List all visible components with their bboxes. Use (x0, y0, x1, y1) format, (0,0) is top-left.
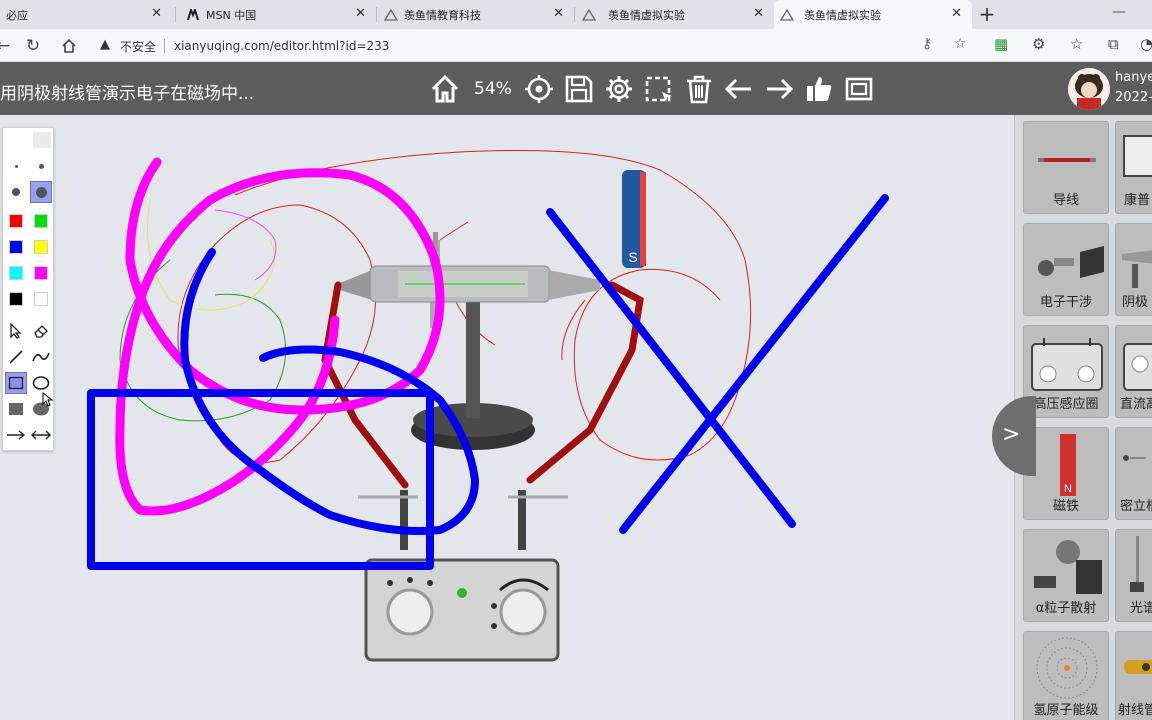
key-icon[interactable]: ⚷ (922, 36, 932, 52)
wires[interactable] (321, 281, 644, 489)
collections-icon[interactable]: ⧉ (1108, 35, 1119, 53)
xianyuqing-icon (780, 8, 794, 22)
library-item-electron-interference[interactable]: 电子干涉 (1023, 223, 1109, 316)
color-cyan[interactable] (5, 262, 27, 284)
msn-icon (186, 8, 200, 22)
url-text[interactable]: xianyuqing.com/editor.html?id=233 (174, 39, 389, 53)
back-icon[interactable]: ← (0, 35, 14, 57)
trash-icon[interactable] (682, 72, 716, 106)
locate-icon[interactable] (522, 72, 556, 106)
library-item-cathode[interactable]: 阴极 (1115, 223, 1152, 316)
arrow-icon[interactable] (5, 424, 27, 446)
stroke-size-3[interactable] (5, 181, 27, 203)
ellipse-icon[interactable] (30, 372, 52, 394)
freehand-icon[interactable] (30, 346, 52, 368)
library-item-alpha-scattering[interactable]: α粒子散射 (1023, 529, 1109, 622)
browser-tab[interactable]: 羡鱼情虚拟实验 ✕ (576, 0, 774, 29)
stroke-size-4[interactable] (30, 181, 52, 203)
mouse-cursor-icon (42, 392, 54, 407)
home-icon[interactable] (58, 35, 80, 57)
experiment-canvas[interactable]: S (0, 115, 1014, 720)
close-icon[interactable]: ✕ (151, 6, 162, 21)
chevron-right-icon: > (1002, 422, 1021, 447)
library-item-spectrum[interactable]: 光谱 (1115, 529, 1152, 622)
library-item-dc-high-voltage[interactable]: 直流高 (1115, 325, 1152, 418)
library-item-ray-tube[interactable]: 射线管 (1115, 631, 1152, 720)
library-item-hydrogen-levels[interactable]: 氢原子能级 (1023, 631, 1109, 720)
color-yellow[interactable] (30, 236, 52, 258)
filled-rect-icon[interactable] (5, 398, 27, 420)
app-toolbar: 用阴极射线管演示电子在磁场中... 54% hanye 2022- (0, 62, 1152, 115)
avatar[interactable] (1068, 68, 1110, 110)
library-item-wire[interactable]: 导线 (1023, 121, 1109, 214)
browser-tab[interactable]: MSN 中国 ✕ (178, 0, 376, 29)
thumbs-up-icon[interactable] (802, 72, 836, 106)
color-blue[interactable] (5, 236, 27, 258)
gear-icon[interactable] (602, 72, 636, 106)
browser-tab[interactable]: 羡鱼情教育科技 ✕ (378, 0, 574, 29)
color-green[interactable] (30, 210, 52, 232)
save-icon[interactable] (562, 72, 596, 106)
scene-drawing: S (87, 149, 889, 662)
stroke-size-2[interactable] (30, 155, 52, 177)
extension-grid-icon[interactable]: ▦ (994, 35, 1008, 53)
url-field[interactable]: ▲ 不安全 xianyuqing.com/editor.html?id=233 … (92, 33, 982, 58)
rectangle-icon[interactable] (5, 372, 27, 394)
new-tab-button[interactable]: + (976, 2, 998, 26)
security-label[interactable]: 不安全 (120, 38, 156, 55)
close-icon[interactable]: ✕ (951, 6, 962, 21)
cathode-ray-tube[interactable] (340, 265, 600, 303)
warning-icon[interactable]: ▲ (100, 37, 110, 52)
magnet[interactable]: S (622, 170, 646, 268)
redo-arrow-icon[interactable] (762, 72, 796, 106)
user-date: 2022- (1115, 90, 1152, 105)
color-white[interactable] (30, 288, 52, 310)
minimize-icon[interactable]: — (1112, 4, 1126, 20)
close-icon[interactable]: ✕ (553, 6, 564, 21)
close-icon[interactable]: ✕ (753, 6, 764, 21)
library-item-compton[interactable]: 康普 (1115, 121, 1152, 214)
undo-arrow-icon[interactable] (722, 72, 756, 106)
palette-header (7, 131, 29, 149)
color-magenta[interactable] (30, 262, 52, 284)
favorites-icon[interactable]: ☆ (1070, 35, 1083, 53)
power-supply[interactable] (364, 558, 560, 662)
favorite-add-icon[interactable]: ☆ (954, 36, 967, 52)
fullscreen-icon[interactable] (842, 72, 876, 106)
line-icon[interactable] (5, 346, 27, 368)
magenta-annotation-strokes (115, 157, 445, 516)
browser-address-bar: ← ↻ ▲ 不安全 xianyuqing.com/editor.html?id=… (0, 29, 1152, 62)
svg-text:N: N (1064, 483, 1072, 495)
stroke-size-1[interactable] (5, 155, 27, 177)
profile-icon[interactable]: ◔ (1140, 35, 1152, 53)
select-area-icon[interactable] (642, 72, 676, 106)
extensions-icon[interactable]: ⚙ (1032, 35, 1045, 53)
user-name[interactable]: hanye (1115, 70, 1152, 85)
home-icon[interactable] (428, 72, 462, 106)
close-icon[interactable]: ✕ (355, 6, 366, 21)
color-red[interactable] (5, 210, 27, 232)
magnet-pole-label: S (628, 249, 637, 265)
eraser-icon[interactable] (30, 320, 52, 342)
browser-tab-strip: 必应 ✕ MSN 中国 ✕ 羡鱼情教育科技 ✕ 羡鱼情虚拟实验 ✕ 羡鱼情虚拟实… (0, 0, 1152, 29)
refresh-icon[interactable]: ↻ (22, 35, 44, 57)
double-arrow-icon[interactable] (30, 424, 52, 446)
color-black[interactable] (5, 288, 27, 310)
xianyuqing-icon (384, 8, 398, 22)
browser-tab[interactable]: 必应 ✕ (0, 0, 172, 29)
zoom-level[interactable]: 54% (474, 79, 512, 99)
library-item-millikan[interactable]: 密立根 (1115, 427, 1152, 520)
terminal-posts (358, 490, 568, 550)
browser-tab-active[interactable]: 羡鱼情虚拟实验 ✕ (774, 0, 972, 29)
xianyuqing-icon (582, 8, 596, 22)
pointer-icon[interactable] (5, 320, 27, 342)
page-title: 用阴极射线管演示电子在磁场中... (0, 84, 255, 104)
